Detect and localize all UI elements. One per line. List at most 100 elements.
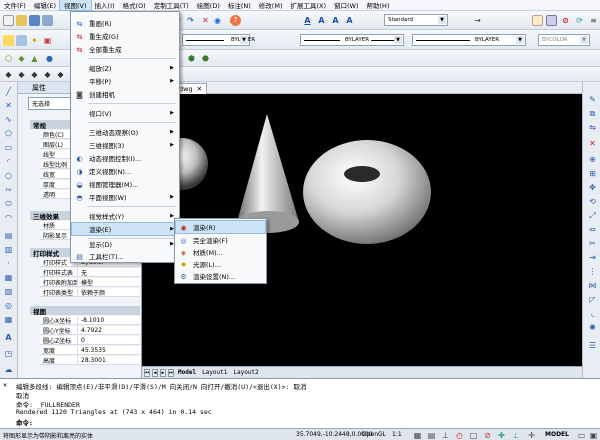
layer-icon[interactable] xyxy=(3,35,14,46)
shade-4-icon[interactable]: ◆ xyxy=(42,69,53,80)
polygon-icon[interactable]: ⬠ xyxy=(3,128,14,139)
linetype-combo-2[interactable]: BYLAYER ▼ xyxy=(300,34,404,46)
ellipse-arc-icon[interactable]: ◠ xyxy=(3,212,14,223)
menu-modify[interactable]: 修改(M) xyxy=(255,0,287,10)
menu-dimension[interactable]: 标注(N) xyxy=(224,0,255,10)
menu-item-toolbars[interactable]: ▤ 工具栏(T)... xyxy=(72,250,178,262)
extend-icon[interactable]: ⇥ xyxy=(587,252,598,263)
menu-item-zoom[interactable]: 缩放(Z) ▶ xyxy=(72,62,178,74)
sphere-icon[interactable]: ● xyxy=(44,53,55,64)
circle-icon[interactable]: ○ xyxy=(3,170,14,181)
color-combo[interactable]: BYCOLOR ▼ xyxy=(538,34,590,46)
rectangle-icon[interactable]: ▭ xyxy=(3,142,14,153)
menu-item-3d-views[interactable]: 三维视图(3) ▶ xyxy=(72,139,178,151)
rotate-icon[interactable]: ⟲ xyxy=(587,196,598,207)
print-icon[interactable] xyxy=(42,15,53,26)
zoom-icon[interactable]: ◉ xyxy=(212,15,223,26)
spline-icon[interactable]: ∾ xyxy=(3,184,14,195)
menu-format[interactable]: 格式(O) xyxy=(119,0,150,10)
menu-view[interactable]: 视图(V) xyxy=(59,0,92,11)
wedge-icon[interactable]: ◆ xyxy=(16,53,27,64)
line-icon[interactable]: ╱ xyxy=(3,86,14,97)
menu-item-regen-all[interactable]: ⇆ 全部重生成 xyxy=(72,43,178,55)
layer-states-icon[interactable] xyxy=(546,15,557,26)
menu-item-dynamic-view[interactable]: ◐ 动态视图控制(I)... xyxy=(72,152,178,164)
ducs-icon[interactable]: ✚ xyxy=(496,430,507,440)
erase-tool-icon[interactable]: ✎ xyxy=(587,94,598,105)
menu-extended-tools[interactable]: 扩展工具(X) xyxy=(286,0,330,10)
wipeout-icon[interactable]: ◳ xyxy=(3,348,14,359)
gradient-icon[interactable]: ▧ xyxy=(3,286,14,297)
tab-layout1[interactable]: Layout1 xyxy=(200,369,229,376)
menu-item-pan[interactable]: 平移(P) ▶ xyxy=(72,75,178,87)
snap-icon[interactable]: ▦ xyxy=(412,430,423,440)
torus-object[interactable] xyxy=(303,140,431,244)
menu-item-plan-view[interactable]: ◓ 平面视图(W) ▶ xyxy=(72,191,178,203)
layer-manager-icon[interactable] xyxy=(16,35,27,46)
prop-row[interactable]: 打印样式表无 xyxy=(40,268,140,278)
prop-row[interactable]: 圆心Y坐标 4.7922 xyxy=(40,326,140,336)
menu-item-lights[interactable]: ✹ 光源(L)... xyxy=(176,258,265,270)
menu-item-visual-styles[interactable]: 视觉样式(Y) ▶ xyxy=(72,210,178,222)
region-icon[interactable]: ◎ xyxy=(3,300,14,311)
grid-toggle-icon[interactable]: ▤ xyxy=(426,430,437,440)
text-style-combo[interactable]: Standard ▼ xyxy=(384,14,448,26)
stretch-icon[interactable]: ⇔ xyxy=(587,224,598,235)
tray-settings-icon[interactable]: ▭ xyxy=(576,430,587,440)
menu-item-materials[interactable]: ◈ 材质(M)... xyxy=(176,246,265,258)
status-model[interactable]: MODEL xyxy=(545,431,569,438)
otrack-icon[interactable]: ⊘ xyxy=(482,430,493,440)
extrude-icon[interactable]: ⬢ xyxy=(186,53,197,64)
open-folder-icon[interactable] xyxy=(16,15,27,26)
cone-object[interactable] xyxy=(237,114,299,222)
fillet-icon[interactable]: ◟ xyxy=(587,308,598,319)
menu-item-display[interactable]: 显示(D) ▶ xyxy=(72,238,178,250)
arc-icon[interactable]: ◜ xyxy=(3,156,14,167)
help-icon[interactable]: ? xyxy=(230,15,241,26)
more-icon[interactable]: ≡ xyxy=(588,15,599,26)
menu-help[interactable]: 帮助(H) xyxy=(363,0,394,10)
prev-tab-icon[interactable]: ◀ xyxy=(152,368,158,377)
shade-1-icon[interactable]: ◆ xyxy=(3,69,14,80)
new-file-icon[interactable] xyxy=(3,15,14,26)
menu-item-view-manager[interactable]: ◒ 视图管理器(M)... xyxy=(72,178,178,190)
first-tab-icon[interactable]: ⏮ xyxy=(144,368,150,377)
menu-item-full-render[interactable]: ◎ 完全渲染(F) xyxy=(176,234,265,246)
menu-item-render-now[interactable]: ◉ 渲染(R) xyxy=(175,220,266,234)
text-style-icon[interactable]: A xyxy=(316,15,327,26)
multiline-text-icon[interactable]: A xyxy=(330,15,341,26)
xline-icon[interactable]: ✕ xyxy=(3,100,14,111)
linetype-combo-1[interactable]: BYLAYER ▼ xyxy=(182,34,255,46)
status-opengl[interactable]: OpenGL xyxy=(362,431,386,438)
polyline-icon[interactable]: ∿ xyxy=(3,114,14,125)
dyn-icon[interactable]: ⟂ xyxy=(510,430,521,440)
scale-icon[interactable]: ⤢ xyxy=(587,210,598,221)
redo-icon[interactable]: ↷ xyxy=(185,15,196,26)
delete-tool-icon[interactable]: ✕ xyxy=(587,138,598,149)
menu-item-redraw[interactable]: ⇆ 重画(R) xyxy=(72,17,178,29)
menu-draw[interactable]: 绘图(D) xyxy=(193,0,224,10)
insert-block-icon[interactable]: ▤ xyxy=(3,230,14,241)
mirror-icon[interactable]: ⇋ xyxy=(587,122,598,133)
lineweight-toggle-icon[interactable]: ✛ xyxy=(526,430,537,440)
tab-model[interactable]: Model xyxy=(176,369,198,376)
polar-icon[interactable]: ◴ xyxy=(454,430,465,440)
table-icon[interactable]: ▦ xyxy=(3,314,14,325)
trim-icon[interactable]: ✂ xyxy=(587,238,598,249)
text-a-icon[interactable]: A xyxy=(302,15,313,26)
tab-layout2[interactable]: Layout2 xyxy=(231,369,260,376)
close-icon[interactable]: ✕ xyxy=(3,381,7,389)
save-icon[interactable] xyxy=(29,15,40,26)
menu-insert[interactable]: 插入(I) xyxy=(91,0,119,10)
box-icon[interactable]: ⬡ xyxy=(3,53,14,64)
command-window[interactable]: ✕ 编辑多段线: 编辑顶点(E)/非平滑(D)/平滑(S)/M 向关闭/N 向打… xyxy=(0,378,600,428)
menu-file[interactable]: 文件(F) xyxy=(0,0,30,10)
arrow-icon[interactable]: → xyxy=(472,15,483,26)
menu-item-render[interactable]: 渲染(E) ▶ xyxy=(71,222,179,236)
menu-window[interactable]: 窗口(W) xyxy=(330,0,363,10)
menu-item-render-settings[interactable]: ⚙ 渲染设置(N)... xyxy=(176,270,265,282)
menu-item-regen[interactable]: ⇆ 重生成(G) xyxy=(72,30,178,42)
menu-custom-tools[interactable]: 定制工具(T) xyxy=(150,0,193,10)
ellipse-icon[interactable]: ⬭ xyxy=(3,198,14,209)
close-icon[interactable]: ✕ xyxy=(197,85,202,93)
